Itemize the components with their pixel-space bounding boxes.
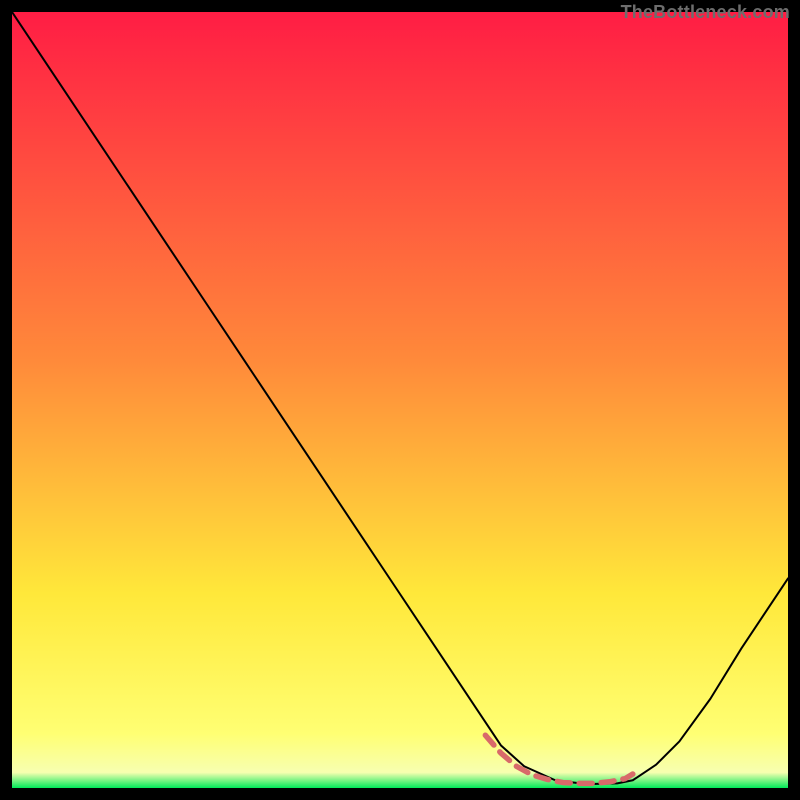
credit-label: TheBottleneck.com xyxy=(621,2,790,23)
background-rect xyxy=(12,12,788,788)
chart-plot xyxy=(12,12,788,788)
